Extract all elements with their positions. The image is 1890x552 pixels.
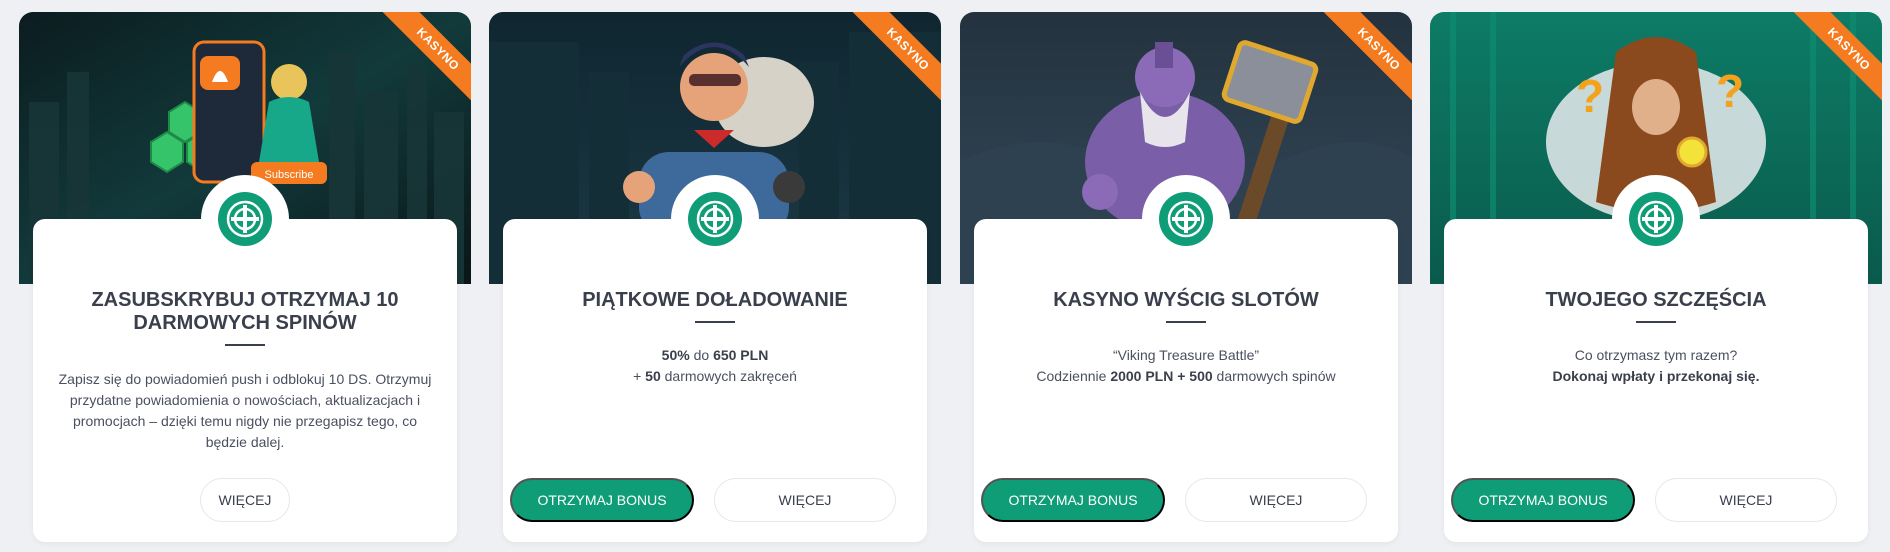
more-button[interactable]: WIĘCEJ bbox=[1185, 478, 1367, 522]
promo-card-luck: ? ? KASYNO TWOJEGO SZCZĘŚCIA Co otrzymas… bbox=[1430, 12, 1882, 552]
get-bonus-button[interactable]: OTRZYMAJ BONUS bbox=[981, 478, 1165, 522]
more-button[interactable]: WIĘCEJ bbox=[1655, 478, 1837, 522]
title-divider bbox=[1166, 321, 1206, 323]
category-ribbon: KASYNO bbox=[382, 12, 471, 105]
promo-panel: TWOJEGO SZCZĘŚCIA Co otrzymasz tym razem… bbox=[1444, 175, 1868, 542]
promo-description: Co otrzymasz tym razem? Dokonaj wpłaty i… bbox=[1552, 347, 1760, 384]
promo-description: Zapisz się do powiadomień push i odbloku… bbox=[58, 371, 432, 450]
promo-title: TWOJEGO SZCZĘŚCIA bbox=[1545, 289, 1767, 311]
promo-title: KASYNO WYŚCIG SLOTÓW bbox=[1053, 289, 1319, 311]
promo-title: ZASUBSKRYBUJ OTRZYMAJ 10 DARMOWYCH SPINÓ… bbox=[91, 289, 399, 334]
category-ribbon: KASYNO bbox=[1323, 12, 1412, 105]
roulette-wheel-icon bbox=[1612, 175, 1700, 263]
promo-title: PIĄTKOWE DOŁADOWANIE bbox=[582, 289, 848, 311]
subscribe-label: Subscribe bbox=[265, 169, 314, 181]
promo-panel: ZASUBSKRYBUJ OTRZYMAJ 10 DARMOWYCH SPINÓ… bbox=[33, 175, 457, 542]
promo-description: 50% do 650 PLN + 50 darmowych zakręceń bbox=[633, 347, 797, 384]
category-ribbon: KASYNO bbox=[852, 12, 941, 105]
title-divider bbox=[1636, 321, 1676, 323]
get-bonus-button[interactable]: OTRZYMAJ BONUS bbox=[510, 478, 694, 522]
promo-card-subscribe: Subscribe KASYNO ZASUBSKRYBUJ OTRZYMAJ 1… bbox=[19, 12, 471, 552]
more-button[interactable]: WIĘCEJ bbox=[714, 478, 896, 522]
roulette-wheel-icon bbox=[1142, 175, 1230, 263]
svg-text:?: ? bbox=[1716, 65, 1744, 117]
roulette-wheel-icon bbox=[671, 175, 759, 263]
svg-text:?: ? bbox=[1576, 70, 1604, 122]
promo-card-friday-reload: KASYNO PIĄTKOWE DOŁADOWANIE 50% do 650 P… bbox=[489, 12, 941, 552]
promo-panel: PIĄTKOWE DOŁADOWANIE 50% do 650 PLN + 50… bbox=[503, 175, 927, 542]
roulette-wheel-icon bbox=[201, 175, 289, 263]
get-bonus-button[interactable]: OTRZYMAJ BONUS bbox=[1451, 478, 1635, 522]
promo-panel: KASYNO WYŚCIG SLOTÓW “Viking Treasure Ba… bbox=[974, 175, 1398, 542]
title-divider bbox=[225, 344, 265, 346]
title-divider bbox=[695, 321, 735, 323]
promo-card-slot-race: KASYNO KASYNO WYŚCIG SLOTÓW “Viking Trea… bbox=[960, 12, 1412, 552]
more-button[interactable]: WIĘCEJ bbox=[200, 478, 290, 522]
category-ribbon: KASYNO bbox=[1793, 12, 1882, 105]
promo-description: “Viking Treasure Battle” Codziennie 2000… bbox=[1036, 347, 1336, 384]
